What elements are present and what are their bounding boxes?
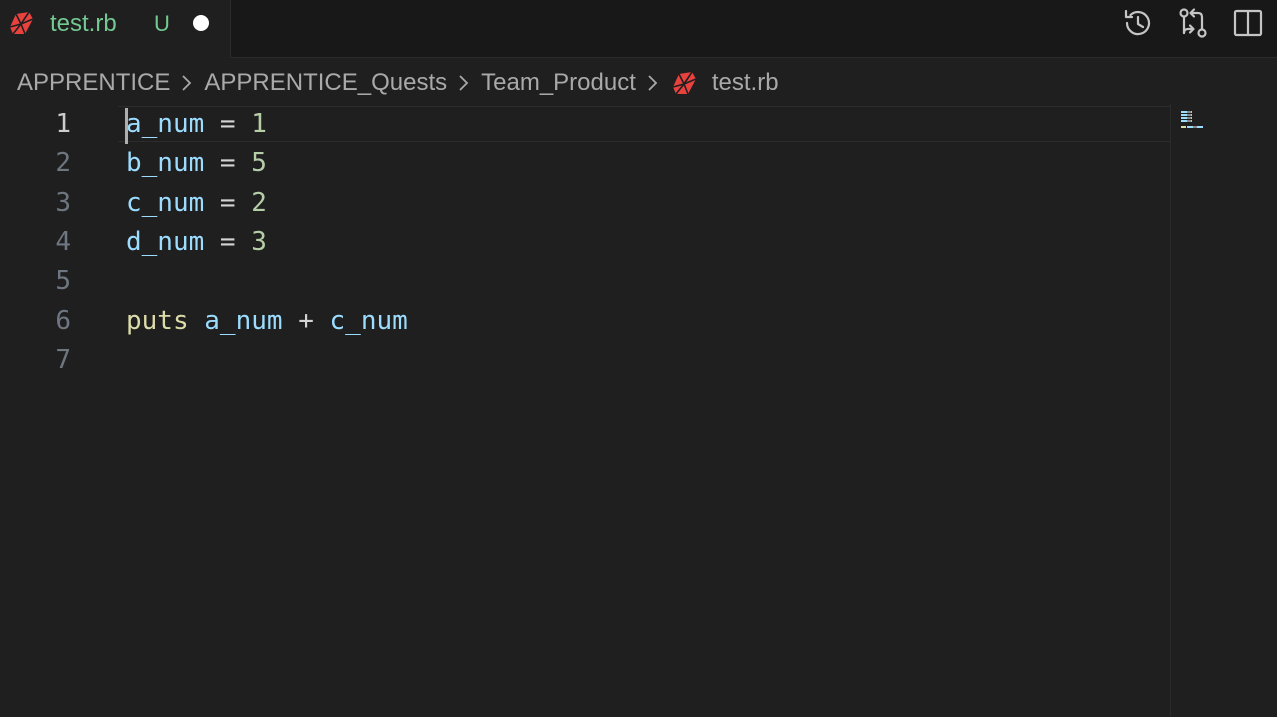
code-line[interactable]: 3 c_num = 2 [0,184,1170,223]
code-token: 3 [251,226,267,257]
code-token: = [204,226,252,257]
minimap-token [1190,111,1192,113]
breadcrumb-item-team-product[interactable]: Team_Product [481,69,636,97]
tab-filename: test.rb [50,10,117,37]
code-editor[interactable]: 1 a_num = 1 2 b_num = 5 3 c_num = 2 4 d_num = 3… [0,104,1170,717]
line-number: 7 [55,344,71,375]
minimap-token [1190,120,1192,122]
code-token: = [204,109,252,139]
code-token: a_num [126,109,205,139]
timeline-icon[interactable] [1121,6,1155,40]
breadcrumb-item-apprentice-quests[interactable]: APPRENTICE_Quests [204,69,447,97]
code-line[interactable]: 2 b_num = 5 [0,144,1170,183]
code-token: + [282,305,330,336]
code-token: = [204,148,252,179]
unsaved-dot-icon[interactable] [193,15,209,31]
code-token: 5 [251,148,267,179]
code-line[interactable]: 7 [0,341,1170,380]
git-status-badge: U [154,11,170,36]
code-text: puts a_num + c_num [126,302,408,341]
code-text: c_num = 2 [126,184,267,223]
chevron-right-icon [447,71,481,95]
minimap-token [1181,126,1186,128]
code-line[interactable]: 1 a_num = 1 [0,105,1170,144]
breadcrumb-item-file[interactable]: test.rb [712,69,779,97]
code-text: d_num = 3 [126,223,267,262]
minimap-token [1190,117,1192,119]
line-number: 4 [55,226,71,257]
line-number: 1 [55,109,71,139]
line-number: 2 [55,148,71,179]
breadcrumb: APPRENTICE APPRENTICE_Quests Team_Produc… [17,64,779,102]
code-token: 2 [251,187,267,218]
compare-changes-icon[interactable] [1176,6,1210,40]
code-token: b_num [126,148,205,179]
line-number: 6 [55,305,71,336]
code-text: a_num = 1 [126,105,267,144]
code-line[interactable]: 6 puts a_num + c_num [0,302,1170,341]
code-line[interactable]: 4 d_num = 3 [0,223,1170,262]
code-token: d_num [126,226,205,257]
code-token: c_num [126,187,205,218]
code-token: = [204,187,252,218]
line-number: 3 [55,187,71,218]
chevron-right-icon [170,71,204,95]
code-token: c_num [329,305,408,336]
breadcrumb-item-apprentice[interactable]: APPRENTICE [17,69,170,97]
code-token: a_num [204,305,283,336]
code-line[interactable]: 5 [0,262,1170,301]
ruby-icon [7,10,35,36]
code-text: b_num = 5 [126,144,267,183]
line-number: 5 [55,266,71,297]
split-editor-icon[interactable] [1231,6,1265,40]
tab-bar: test.rb U [0,0,1277,58]
minimap[interactable] [1170,104,1277,717]
tab-test-rb[interactable]: test.rb U [0,0,231,58]
text-cursor [125,108,128,144]
minimap-token [1196,126,1203,128]
ruby-icon [670,70,698,96]
chevron-right-icon [636,71,670,95]
code-token: puts [126,305,189,336]
minimap-token [1190,114,1192,116]
code-token: 1 [251,109,267,139]
